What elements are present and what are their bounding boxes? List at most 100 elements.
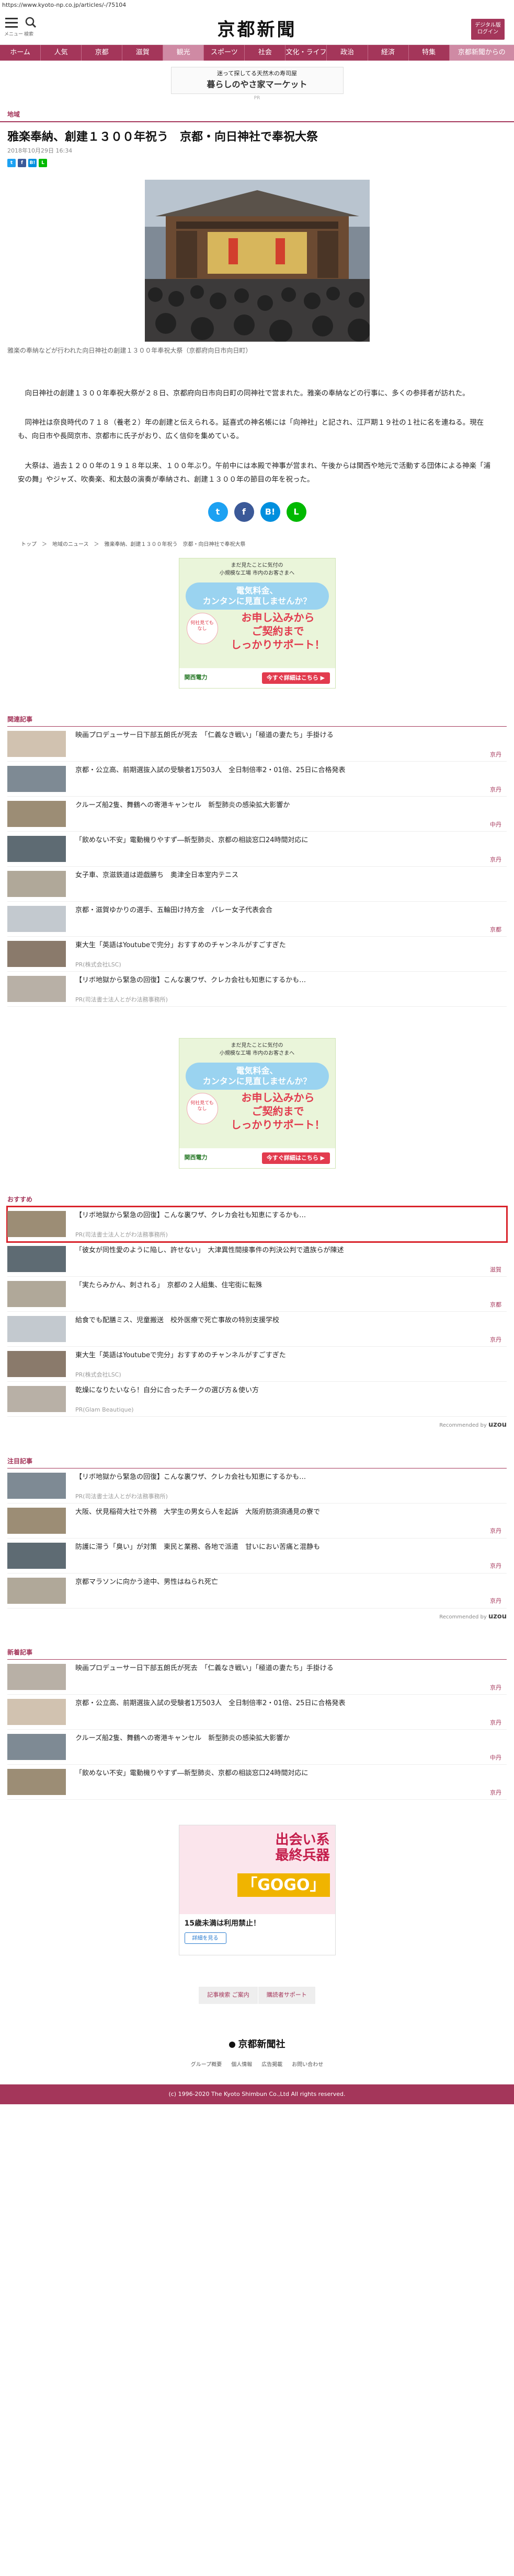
list-thumbnail[interactable] <box>7 1577 66 1604</box>
list-item-title[interactable]: 大阪、伏見稲荷大社で外務 大学生の男女ら人を起訴 大阪府肪須須通見の寮で <box>75 1508 501 1517</box>
list-item-area-tag[interactable]: 京都 <box>490 926 501 935</box>
list-item-title[interactable]: 給食でも配膳ミス、児童搬送 校外医療で死亡事故の特別支援学校 <box>75 1316 501 1325</box>
nav-item[interactable]: 観光 <box>163 45 204 61</box>
top-banner-ad[interactable]: 迷って探してる天然木の寿司屋 暮らしのやさ家マーケット <box>170 67 344 94</box>
footer-logo[interactable]: 京都新聞社 <box>0 2037 514 2052</box>
list-thumbnail[interactable] <box>7 1664 66 1691</box>
list-thumbnail[interactable] <box>7 1281 66 1308</box>
uzou-logo[interactable]: uzou <box>488 1421 507 1429</box>
list-item[interactable]: 京都・滋賀ゆかりの選手、五輪田け持方金 パレー女子代表会合京都 <box>7 902 507 937</box>
site-logo[interactable]: 京都新聞 <box>0 17 514 43</box>
list-item[interactable]: クルーズ船2隻、舞鶴への寄港キャンセル 新型肺炎の感染拡大影響か 中丹 <box>7 1730 507 1765</box>
list-item-title[interactable]: 京都・公立高、前期選抜入試の受験者1万503人 全日制倍率2・01倍、25日に合… <box>75 1699 501 1708</box>
nav-item[interactable]: スポーツ <box>204 45 245 61</box>
bottom-ad[interactable]: 出会い系 最終兵器 「GOGO」 15歳未満は利用禁止！ 詳細を見る <box>178 1825 336 1956</box>
list-item-title[interactable]: 映画プロデューサー日下部五朗氏が死去 「仁義なき戦い」「極道の妻たち」手掛ける <box>75 731 501 740</box>
nav-item[interactable]: 人気 <box>41 45 82 61</box>
list-item[interactable]: 大阪、伏見稲荷大社で外務 大学生の男女ら人を起訴 大阪府肪須須通見の寮で 京丹 <box>7 1503 507 1538</box>
list-item-title[interactable]: 京都・公立高、前期選抜入試の受験者1万503人 全日制倍率2・01倍、25日に合… <box>75 766 501 775</box>
list-item-area-tag[interactable]: 京丹 <box>490 1597 501 1606</box>
list-thumbnail[interactable] <box>7 1699 66 1726</box>
bottom-ad-button[interactable]: 詳細を見る <box>184 1932 226 1944</box>
list-item-title[interactable]: クルーズ船2隻、舞鶴への寄港キャンセル 新型肺炎の感染拡大影響か <box>75 801 501 810</box>
list-item[interactable]: 東大生「英語はYoutubeで完分」おすすめのチャンネルがすごすぎた PR(株式会… <box>7 937 507 972</box>
list-item-area-tag[interactable]: 中丹 <box>490 1754 501 1763</box>
list-item[interactable]: 東大生「英語はYoutubeで完分」おすすめのチャンネルがすごすぎた PR(株式会… <box>7 1347 507 1382</box>
url-bar[interactable]: https://www.kyoto-np.co.jp/articles/-/75… <box>0 0 514 10</box>
list-item-area-tag[interactable]: 京丹 <box>490 1719 501 1728</box>
list-item[interactable]: 京都マラソンに向かう途中、男性はねられ死亡京丹 <box>7 1573 507 1608</box>
facebook-icon[interactable]: f <box>18 158 26 167</box>
list-item-title[interactable]: 女子車、京滋鉄道は遊戯勝ち 奥津全日本室内テニス <box>75 871 501 880</box>
list-item-title[interactable]: 【リボ地獄から緊急の回復】こんな裏ワザ、クレカ会社も知恵にするかも… <box>75 1473 501 1482</box>
hatena-icon[interactable]: B! <box>28 158 37 167</box>
list-item[interactable]: 京都・公立高、前期選抜入試の受験者1万503人 全日制倍率2・01倍、25日に合… <box>7 1695 507 1730</box>
footer-link[interactable]: 個人情報 <box>231 2061 252 2069</box>
list-thumbnail[interactable] <box>7 836 66 862</box>
list-item[interactable]: 「実たらみかん、刺される」 京都の２人組集、住宅街に転殊京都 <box>7 1277 507 1312</box>
line-share-button[interactable]: L <box>286 502 306 522</box>
nav-item[interactable]: 京都 <box>82 45 123 61</box>
list-item-title[interactable]: 「実たらみかん、刺される」 京都の２人組集、住宅街に転殊 <box>75 1281 501 1290</box>
nav-item[interactable]: 文化・ライフ <box>285 45 327 61</box>
footer-support-button[interactable]: 購読者サポート <box>257 1987 315 2004</box>
list-item-area-tag[interactable]: 京丹 <box>490 1789 501 1798</box>
breadcrumb[interactable]: トップ ＞ 地域のニュース ＞ 雅楽奉納、創建１３００年祝う 京都・向日神社で奉… <box>0 541 514 549</box>
list-item-area-tag[interactable]: 京丹 <box>490 751 501 760</box>
list-item-title[interactable]: 東大生「英語はYoutubeで完分」おすすめのチャンネルがすごすぎた <box>75 1351 501 1360</box>
list-item[interactable]: 「飲めない不安」電動機りやすず―新型肺炎、京都の相談窓口24時間対応に京丹 <box>7 1765 507 1800</box>
hatena-share-button[interactable]: B! <box>260 502 280 522</box>
list-thumbnail[interactable] <box>7 871 66 897</box>
list-thumbnail[interactable] <box>7 1734 66 1761</box>
list-item-area-tag[interactable]: 京丹 <box>490 1336 501 1345</box>
list-item-title[interactable]: 京都マラソンに向かう途中、男性はねられ死亡 <box>75 1578 501 1587</box>
ad-cta-button[interactable]: 今すぐ詳細はこちら ▶ <box>261 672 330 684</box>
list-item-area-tag[interactable]: 京都 <box>490 1301 501 1310</box>
list-item[interactable]: 「彼女が同性愛のように陥し、許せない」 大津異性間接事件の判決公判で遺族らが陳述… <box>7 1242 507 1277</box>
list-thumbnail[interactable] <box>7 1246 66 1273</box>
ad-cta-button[interactable]: 今すぐ詳細はこちら ▶ <box>261 1152 330 1164</box>
list-thumbnail[interactable] <box>7 1472 66 1499</box>
list-thumbnail[interactable] <box>7 1351 66 1378</box>
list-item[interactable]: 乾燥になりたいなら！自分に合ったチークの選び方＆使い方 PR(Glam Beaut… <box>7 1382 507 1417</box>
list-item-title[interactable]: 乾燥になりたいなら！自分に合ったチークの選び方＆使い方 <box>75 1386 501 1395</box>
list-item[interactable]: 給食でも配膳ミス、児童搬送 校外医療で死亡事故の特別支援学校京丹 <box>7 1312 507 1347</box>
mid-ad-1[interactable]: まだ見たことに気付の 小規模な工場 市内のお客さまへ 電気料金、 カンタンに見直… <box>178 558 336 689</box>
list-item-title[interactable]: 映画プロデューサー日下部五朗氏が死去 「仁義なき戦い」「極道の妻たち」手掛ける <box>75 1664 501 1673</box>
list-item[interactable]: クルーズ船2隻、舞鶴への寄港キャンセル 新型肺炎の感染拡大影響か 中丹 <box>7 797 507 832</box>
list-item[interactable]: 映画プロデューサー日下部五朗氏が死去 「仁義なき戦い」「極道の妻たち」手掛ける京… <box>7 1660 507 1695</box>
list-item-title[interactable]: 防護に滞う「臭い」が対策 東民と業務、各地で派遣 甘いにおい苦痛と混静も <box>75 1543 501 1552</box>
nav-item[interactable]: 経済 <box>368 45 409 61</box>
list-thumbnail[interactable] <box>7 766 66 792</box>
footer-link[interactable]: お問い合わせ <box>292 2061 323 2069</box>
list-item-area-tag[interactable]: 京丹 <box>490 786 501 795</box>
list-thumbnail[interactable] <box>7 801 66 827</box>
footer-link[interactable]: 広告掲載 <box>261 2061 282 2069</box>
nav-item[interactable]: 社会 <box>245 45 286 61</box>
nav-item[interactable]: 京都新聞からの <box>449 45 514 61</box>
list-thumbnail[interactable] <box>7 1542 66 1569</box>
list-item[interactable]: 【リボ地獄から緊急の回復】こんな裏ワザ、クレカ会社も知恵にするかも… PR(司法書… <box>6 1206 508 1243</box>
list-item[interactable]: 【リボ地獄から緊急の回復】こんな裏ワザ、クレカ会社も知恵にするかも… PR(司法書… <box>7 972 507 1007</box>
twitter-icon[interactable]: t <box>7 158 16 167</box>
list-item[interactable]: 「飲めない不安」電動機りやすず―新型肺炎、京都の相談窓口24時間対応に 京丹 <box>7 832 507 867</box>
nav-item[interactable]: 滋賀 <box>122 45 164 61</box>
list-thumbnail[interactable] <box>7 1769 66 1796</box>
list-thumbnail[interactable] <box>7 1507 66 1534</box>
list-thumbnail[interactable] <box>7 1386 66 1413</box>
footer-search-button[interactable]: 記事検索 ご案内 <box>199 1987 258 2004</box>
twitter-share-button[interactable]: t <box>208 502 228 522</box>
list-thumbnail[interactable] <box>7 1211 66 1238</box>
nav-item[interactable]: 政治 <box>327 45 368 61</box>
list-item-title[interactable]: 【リボ地獄から緊急の回復】こんな裏ワザ、クレカ会社も知恵にするかも… <box>75 1211 501 1220</box>
list-item-title[interactable]: 京都・滋賀ゆかりの選手、五輪田け持方金 パレー女子代表会合 <box>75 906 501 915</box>
list-item-title[interactable]: 「飲めない不安」電動機りやすず―新型肺炎、京都の相談窓口24時間対応に <box>75 1769 501 1778</box>
list-thumbnail[interactable] <box>7 941 66 968</box>
list-item[interactable]: 映画プロデューサー日下部五朗氏が死去 「仁義なき戦い」「極道の妻たち」手掛ける京… <box>7 727 507 762</box>
article-category[interactable]: 地域 <box>0 110 514 119</box>
digital-login-button[interactable]: デジタル版 ログイン <box>471 19 505 40</box>
list-item[interactable]: 京都・公立高、前期選抜入試の受験者1万503人 全日制倍率2・01倍、25日に合… <box>7 762 507 797</box>
facebook-share-button[interactable]: f <box>234 502 254 522</box>
list-item-area-tag[interactable]: 滋賀 <box>490 1266 501 1275</box>
uzou-logo[interactable]: uzou <box>488 1613 507 1621</box>
